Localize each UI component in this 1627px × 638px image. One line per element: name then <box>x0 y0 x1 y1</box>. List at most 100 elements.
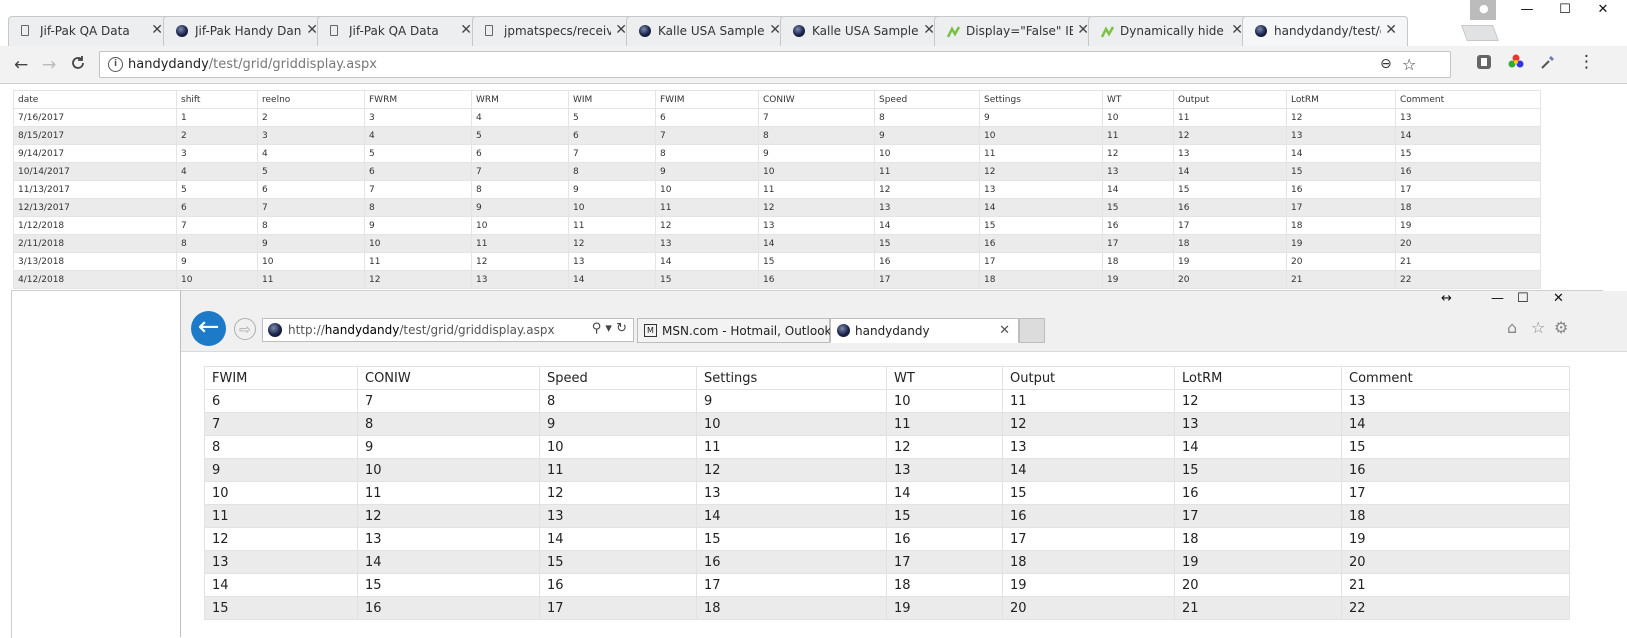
table-cell: 12 <box>696 458 887 482</box>
ie-titlebar: ← ⇨ http://handydandy/test/grid/griddisp… <box>181 291 1627 351</box>
ie-forward-button[interactable]: ⇨ <box>234 318 256 340</box>
address-tools-icons[interactable]: ⚲ ▾ ↻ <box>592 321 627 336</box>
address-bar[interactable]: i handydandy/test/grid/griddisplay.aspx … <box>99 51 1451 78</box>
eyedropper-extension-icon[interactable] <box>1540 54 1556 74</box>
table-cell: 9 <box>257 234 365 253</box>
chrome-tab-title: handydandy/test/g <box>1274 24 1381 38</box>
chrome-maximize-button[interactable]: ☐ <box>1546 0 1584 20</box>
forward-arrow-icon[interactable]: → <box>42 55 56 75</box>
table-cell: 7 <box>204 412 358 436</box>
chrome-tab[interactable]: Jif-Pak QA Data ✕ <box>8 16 174 46</box>
table-cell: 14 <box>1102 180 1174 199</box>
tab-close-icon[interactable]: ✕ <box>151 22 163 38</box>
table-cell: 17 <box>539 596 697 620</box>
chrome-menu-icon[interactable]: ⋮ <box>1578 52 1595 72</box>
table-cell: 13 <box>204 550 358 574</box>
table-cell: 12 <box>1002 412 1175 436</box>
table-cell: 11 <box>357 481 540 505</box>
table-cell: 15 <box>886 504 1003 528</box>
grid-large: FWIM CONIW Speed Settings WT Output LotRM Comme… <box>204 366 1570 620</box>
table-cell: 13 <box>357 527 540 551</box>
resize-icon[interactable]: ↔ <box>1441 291 1452 306</box>
table-row: 4/12/2018 10 11 12 13 14 15 16 17 18 19 20 21 22 <box>13 270 1541 289</box>
colorpicker-extension-icon[interactable] <box>1508 54 1524 74</box>
new-tab-button[interactable] <box>1461 25 1499 41</box>
back-arrow-icon[interactable]: ← <box>14 55 28 75</box>
ie-tab-handydandy[interactable]: handydandy ✕ <box>830 318 1019 343</box>
globe-icon <box>1255 25 1267 37</box>
chrome-tab[interactable]: Jif-Pak QA Data ✕ <box>317 16 483 46</box>
table-cell: 16 <box>758 270 875 289</box>
table-cell: 6 <box>471 144 569 163</box>
table-cell: 15 <box>1102 198 1174 217</box>
chrome-tab[interactable]: Kalle USA Sample I ✕ <box>780 16 946 46</box>
table-cell: 14 <box>204 573 358 597</box>
table-cell: 11 <box>874 162 980 181</box>
chrome-close-button[interactable]: ✕ <box>1584 0 1622 20</box>
table-cell: 2/11/2018 <box>13 234 177 253</box>
ie-close-button[interactable]: ✕ <box>1553 291 1564 306</box>
table-cell: 15 <box>1341 435 1570 459</box>
address-url: handydandy/test/grid/griddisplay.aspx <box>128 57 377 72</box>
tab-close-icon[interactable]: ✕ <box>1385 22 1397 38</box>
document-icon <box>21 25 29 36</box>
ie-page: FWIM CONIW Speed Settings WT Output LotRM Comme… <box>181 351 1627 638</box>
chrome-tab[interactable]: jpmatspecs/receivi ✕ <box>472 16 638 46</box>
table-cell: 11 <box>696 435 887 459</box>
column-header: Speed <box>874 90 980 109</box>
table-cell: 4 <box>471 108 569 127</box>
table-row: 7/16/2017 1 2 3 4 5 6 7 8 9 10 11 12 13 <box>13 108 1541 127</box>
table-cell: 12 <box>874 180 980 199</box>
table-cell: 8 <box>364 198 472 217</box>
column-header: LotRM <box>1174 366 1342 390</box>
settings-gear-icon[interactable]: ⚙ <box>1554 318 1568 337</box>
ie-address-bar[interactable]: http://handydandy/test/grid/griddisplay.… <box>262 318 634 342</box>
reload-icon[interactable] <box>70 55 86 76</box>
table-cell: 21 <box>1174 596 1342 620</box>
chrome-tab[interactable]: Jif-Pak Handy Dand ✕ <box>163 16 329 46</box>
home-icon[interactable]: ⌂ <box>1507 318 1517 337</box>
table-cell: 14 <box>1174 435 1342 459</box>
ie-new-tab-button[interactable] <box>1019 318 1045 343</box>
column-header: CONIW <box>758 90 875 109</box>
ie-minimize-button[interactable]: — <box>1491 291 1504 306</box>
ie-maximize-button[interactable]: ☐ <box>1517 291 1529 306</box>
chrome-tab[interactable]: Kalle USA Sample I ✕ <box>626 16 792 46</box>
table-cell: 10/14/2017 <box>13 162 177 181</box>
table-cell: 14 <box>979 198 1103 217</box>
info-icon[interactable]: i <box>108 57 123 72</box>
table-cell: 3 <box>364 108 472 127</box>
table-cell: 11 <box>886 412 1003 436</box>
table-row: 12 13 14 15 16 17 18 19 <box>204 527 1570 551</box>
table-cell: 17 <box>1395 180 1541 199</box>
table-cell: 10 <box>364 234 472 253</box>
chrome-tab-title: Dynamically hide G <box>1120 24 1227 38</box>
table-cell: 7/16/2017 <box>13 108 177 127</box>
table-cell: 14 <box>886 481 1003 505</box>
table-cell: 17 <box>874 270 980 289</box>
chrome-minimize-button[interactable]: — <box>1508 0 1546 20</box>
bookmark-star-icon[interactable]: ☆ <box>1402 55 1416 74</box>
zoom-icon[interactable]: ⊖ <box>1380 56 1392 72</box>
chrome-tab[interactable]: Dynamically hide G ✕ <box>1088 16 1254 46</box>
table-cell: 10 <box>204 481 358 505</box>
chrome-tab[interactable]: handydandy/test/g ✕ <box>1242 16 1408 46</box>
ie-tab-close-icon[interactable]: ✕ <box>999 323 1010 338</box>
table-cell: 10 <box>357 458 540 482</box>
table-cell: 16 <box>696 550 887 574</box>
extension-icon[interactable] <box>1476 54 1492 74</box>
table-cell: 18 <box>1173 234 1287 253</box>
table-cell: 17 <box>1173 216 1287 235</box>
table-cell: 18 <box>1174 527 1342 551</box>
column-header: Speed <box>539 366 697 390</box>
profile-icon[interactable]: ● <box>1470 0 1496 20</box>
table-cell: 16 <box>357 596 540 620</box>
ie-back-button[interactable]: ← <box>191 311 226 346</box>
table-cell: 2 <box>176 126 258 145</box>
favorites-star-icon[interactable]: ☆ <box>1531 318 1545 337</box>
ie-tab-msn[interactable]: M MSN.com - Hotmail, Outlook, ... <box>637 318 851 343</box>
tab-close-icon[interactable]: ✕ <box>460 22 472 38</box>
chrome-tab[interactable]: Display="False" IE ✕ <box>934 16 1100 46</box>
table-cell: 9 <box>696 389 887 413</box>
table-cell: 12 <box>204 527 358 551</box>
